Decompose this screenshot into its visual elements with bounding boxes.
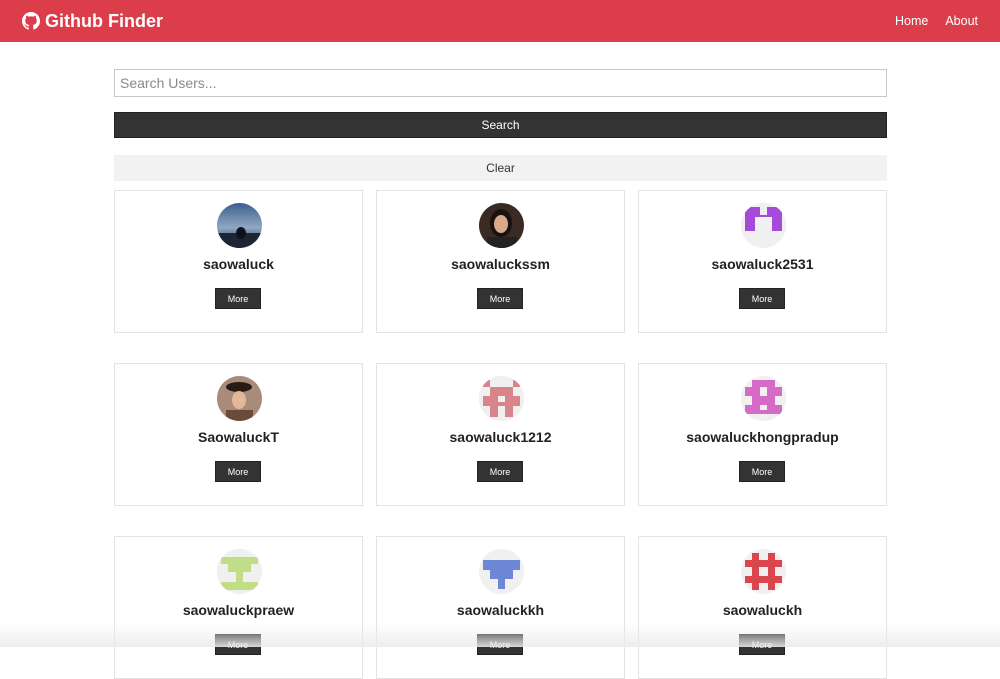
navbar: Github Finder Home About [0,0,1000,42]
more-button[interactable]: More [477,461,523,482]
user-card: saowaluck1212 More [376,363,625,506]
github-icon [22,12,40,30]
avatar [217,203,262,248]
user-login: saowaluckpraew [182,602,295,618]
brand[interactable]: Github Finder [22,11,163,32]
avatar [741,203,786,248]
brand-title: Github Finder [45,10,163,31]
avatar [217,549,262,594]
avatar [479,376,524,421]
nav-about-link[interactable]: About [945,14,978,28]
user-card: saowaluckkh More [376,536,625,679]
more-button[interactable]: More [215,461,261,482]
user-login: saowaluck1212 [449,429,552,445]
more-button[interactable]: More [215,288,261,309]
more-button[interactable]: More [477,634,523,655]
avatar [217,376,262,421]
user-card: SaowaluckT More [114,363,363,506]
user-card: saowaluckpraew More [114,536,363,679]
user-login: saowaluckkh [456,602,545,618]
more-button[interactable]: More [739,634,785,655]
clear-button[interactable]: Clear [114,155,887,181]
user-login: saowaluckh [722,602,803,618]
avatar [479,203,524,248]
search-button[interactable]: Search [114,112,887,138]
user-card: saowaluck More [114,190,363,333]
more-button[interactable]: More [739,288,785,309]
user-login: saowaluck [203,256,274,272]
more-button[interactable]: More [739,461,785,482]
avatar [741,549,786,594]
more-button[interactable]: More [215,634,261,655]
avatar [741,376,786,421]
user-login: saowaluckhongpradup [686,429,839,445]
user-login: saowaluckssm [451,256,550,272]
more-button[interactable]: More [477,288,523,309]
user-card: saowaluckh More [638,536,887,679]
nav-home-link[interactable]: Home [895,14,928,28]
avatar [479,549,524,594]
user-card: saowaluckssm More [376,190,625,333]
user-card: saowaluck2531 More [638,190,887,333]
search-input[interactable] [114,69,887,97]
user-login: SaowaluckT [198,429,279,445]
user-card: saowaluckhongpradup More [638,363,887,506]
nav-links: Home About [895,14,978,28]
user-login: saowaluck2531 [711,256,814,272]
